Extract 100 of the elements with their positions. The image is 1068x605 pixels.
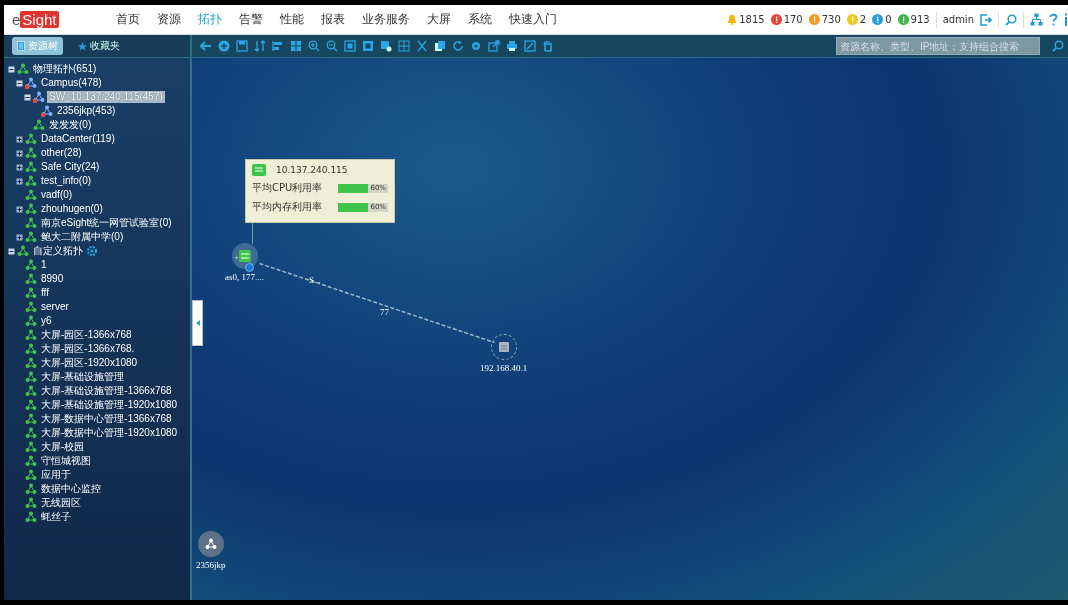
zoom-in-icon[interactable] bbox=[308, 40, 320, 52]
tree-item[interactable]: 大屏-园区-1366x768. bbox=[39, 343, 137, 355]
collapse-icon[interactable] bbox=[16, 79, 23, 87]
tree-item[interactable]: 数据中心监控 bbox=[39, 483, 103, 495]
search-icon[interactable] bbox=[1005, 13, 1017, 26]
back-arrow-icon[interactable] bbox=[200, 40, 212, 52]
expand-icon[interactable] bbox=[16, 177, 23, 185]
logout-icon[interactable] bbox=[980, 13, 992, 26]
tree-item[interactable]: 大屏-校园 bbox=[39, 441, 87, 453]
edit-icon[interactable] bbox=[524, 40, 536, 52]
tree-item[interactable]: Safe City(24) bbox=[39, 161, 102, 173]
tree-item[interactable]: fff bbox=[39, 287, 51, 299]
tree-item[interactable]: 物理拓扑(651) bbox=[31, 63, 99, 75]
collapse-handle[interactable] bbox=[192, 300, 203, 346]
nav-tab[interactable]: 报表 bbox=[321, 11, 345, 28]
tree-item[interactable]: 8990 bbox=[39, 273, 66, 285]
tree-item[interactable]: 大屏-园区-1366x768 bbox=[39, 329, 134, 341]
tree-item[interactable]: 1 bbox=[39, 259, 49, 271]
collapse-icon[interactable] bbox=[24, 93, 31, 101]
tree-item[interactable]: 守恒城视图 bbox=[39, 455, 93, 467]
tree-item[interactable]: 自定义拓扑 bbox=[31, 245, 85, 257]
tree-item[interactable]: 无线园区 bbox=[39, 497, 83, 509]
tree-item[interactable]: 南京eSight统一网管试验室(0) bbox=[39, 217, 174, 229]
export-icon[interactable] bbox=[488, 40, 500, 52]
tree-item[interactable]: 大屏-园区-1920x1080 bbox=[39, 357, 140, 369]
alarm-count[interactable]: 2 bbox=[859, 14, 867, 25]
link-label: 77 bbox=[380, 307, 389, 317]
info-icon[interactable] bbox=[1064, 13, 1068, 26]
search-field[interactable]: 资源名称、类型、IP地址；支持组合搜索 bbox=[836, 37, 1040, 55]
grid-icon[interactable] bbox=[290, 40, 302, 52]
collapse-icon[interactable] bbox=[8, 65, 15, 73]
alarm-count[interactable]: 0 bbox=[885, 14, 892, 25]
help-icon[interactable] bbox=[1049, 13, 1058, 26]
save-icon[interactable] bbox=[236, 40, 248, 52]
refresh-icon[interactable] bbox=[452, 40, 464, 52]
fullscreen-icon[interactable] bbox=[362, 40, 374, 52]
alarm-level-icon[interactable] bbox=[897, 14, 909, 25]
collapse-icon[interactable] bbox=[8, 247, 15, 255]
node-circle[interactable] bbox=[197, 531, 224, 557]
tree-item[interactable]: Campus(478) bbox=[39, 77, 104, 89]
search-icon[interactable] bbox=[1052, 40, 1064, 52]
expand-icon[interactable] bbox=[16, 149, 23, 157]
network-icon[interactable] bbox=[1030, 13, 1043, 26]
nav-tab[interactable]: 告警 bbox=[239, 11, 263, 28]
tree-item[interactable]: 2356jkp(453) bbox=[55, 105, 118, 117]
table-icon[interactable] bbox=[398, 40, 410, 52]
settings-icon[interactable] bbox=[87, 246, 97, 256]
node-label: S... bbox=[309, 275, 321, 285]
alarm-count[interactable]: 730 bbox=[821, 14, 841, 25]
metric-label: 平均CPU利用率 bbox=[252, 181, 323, 195]
layer-icon[interactable] bbox=[380, 40, 392, 52]
settings-icon[interactable] bbox=[470, 40, 482, 52]
tree-item[interactable]: DataCenter(119) bbox=[39, 133, 117, 145]
fit-icon[interactable] bbox=[344, 40, 356, 52]
sidebar-tab[interactable]: 收藏夹 bbox=[73, 37, 125, 55]
tree-item[interactable]: 大屏-基础设施管理-1366x768 bbox=[39, 385, 174, 397]
nav-tab[interactable]: 资源 bbox=[157, 11, 181, 28]
tree-item[interactable]: other(28) bbox=[39, 147, 84, 159]
print-icon[interactable] bbox=[506, 40, 518, 52]
tree-item[interactable]: 鲍大二附属中学(0) bbox=[39, 231, 126, 243]
tree-item[interactable]: y6 bbox=[39, 315, 54, 327]
expand-icon[interactable] bbox=[16, 135, 23, 143]
status-badge-icon bbox=[245, 263, 254, 272]
nav-tab[interactable]: 快速入门 bbox=[509, 11, 557, 28]
tree-item[interactable]: 发发发(0) bbox=[47, 119, 94, 131]
nav-tab[interactable]: 性能 bbox=[280, 11, 304, 28]
tree-item[interactable]: 蚝丝子 bbox=[39, 511, 73, 523]
alarm-level-icon[interactable] bbox=[770, 14, 782, 25]
expand-icon[interactable] bbox=[16, 163, 23, 171]
align-icon[interactable] bbox=[272, 40, 284, 52]
alarm-count[interactable]: 913 bbox=[910, 14, 930, 25]
tree-item[interactable]: 大屏-基础设施管理 bbox=[39, 371, 127, 383]
user-name[interactable]: admin bbox=[942, 14, 974, 25]
expand-icon[interactable] bbox=[16, 205, 23, 213]
tree-item[interactable]: server bbox=[39, 301, 71, 313]
nav-tab[interactable]: 业务服务 bbox=[362, 11, 410, 28]
add-icon[interactable] bbox=[218, 40, 230, 52]
tree-item[interactable]: 应用于 bbox=[39, 469, 73, 481]
caret-icon bbox=[195, 320, 200, 326]
device-icon bbox=[252, 163, 266, 176]
tree-item[interactable]: test_info(0) bbox=[39, 175, 94, 187]
zoom-out-icon[interactable] bbox=[326, 40, 338, 52]
sort-icon[interactable] bbox=[254, 40, 266, 52]
copy-icon[interactable] bbox=[434, 40, 446, 52]
cut-icon[interactable] bbox=[416, 40, 428, 52]
alarm-level-icon[interactable] bbox=[872, 14, 884, 25]
tree-item[interactable]: 大屏-数据中心管理-1366x768 bbox=[39, 413, 174, 425]
alarm-count[interactable]: 170 bbox=[783, 14, 803, 25]
tree-item[interactable]: 大屏-数据中心管理-1920x1080 bbox=[39, 427, 180, 439]
alarm-count[interactable]: 1815 bbox=[739, 14, 765, 25]
node-circle[interactable] bbox=[231, 243, 258, 269]
tree-item[interactable]: zhouhugen(0) bbox=[39, 203, 105, 215]
nav-tab[interactable]: 首页 bbox=[116, 11, 140, 28]
tree-item[interactable]: vadf(0) bbox=[39, 189, 75, 201]
tree-item[interactable]: 大屏-基础设施管理-1920x1080 bbox=[39, 399, 180, 411]
star-icon bbox=[78, 41, 87, 51]
expand-icon[interactable] bbox=[16, 233, 23, 241]
nav-tab[interactable]: 系统 bbox=[468, 11, 492, 28]
alarm-level-icon[interactable] bbox=[808, 14, 820, 25]
nav-tab[interactable]: 大屏 bbox=[427, 11, 451, 28]
